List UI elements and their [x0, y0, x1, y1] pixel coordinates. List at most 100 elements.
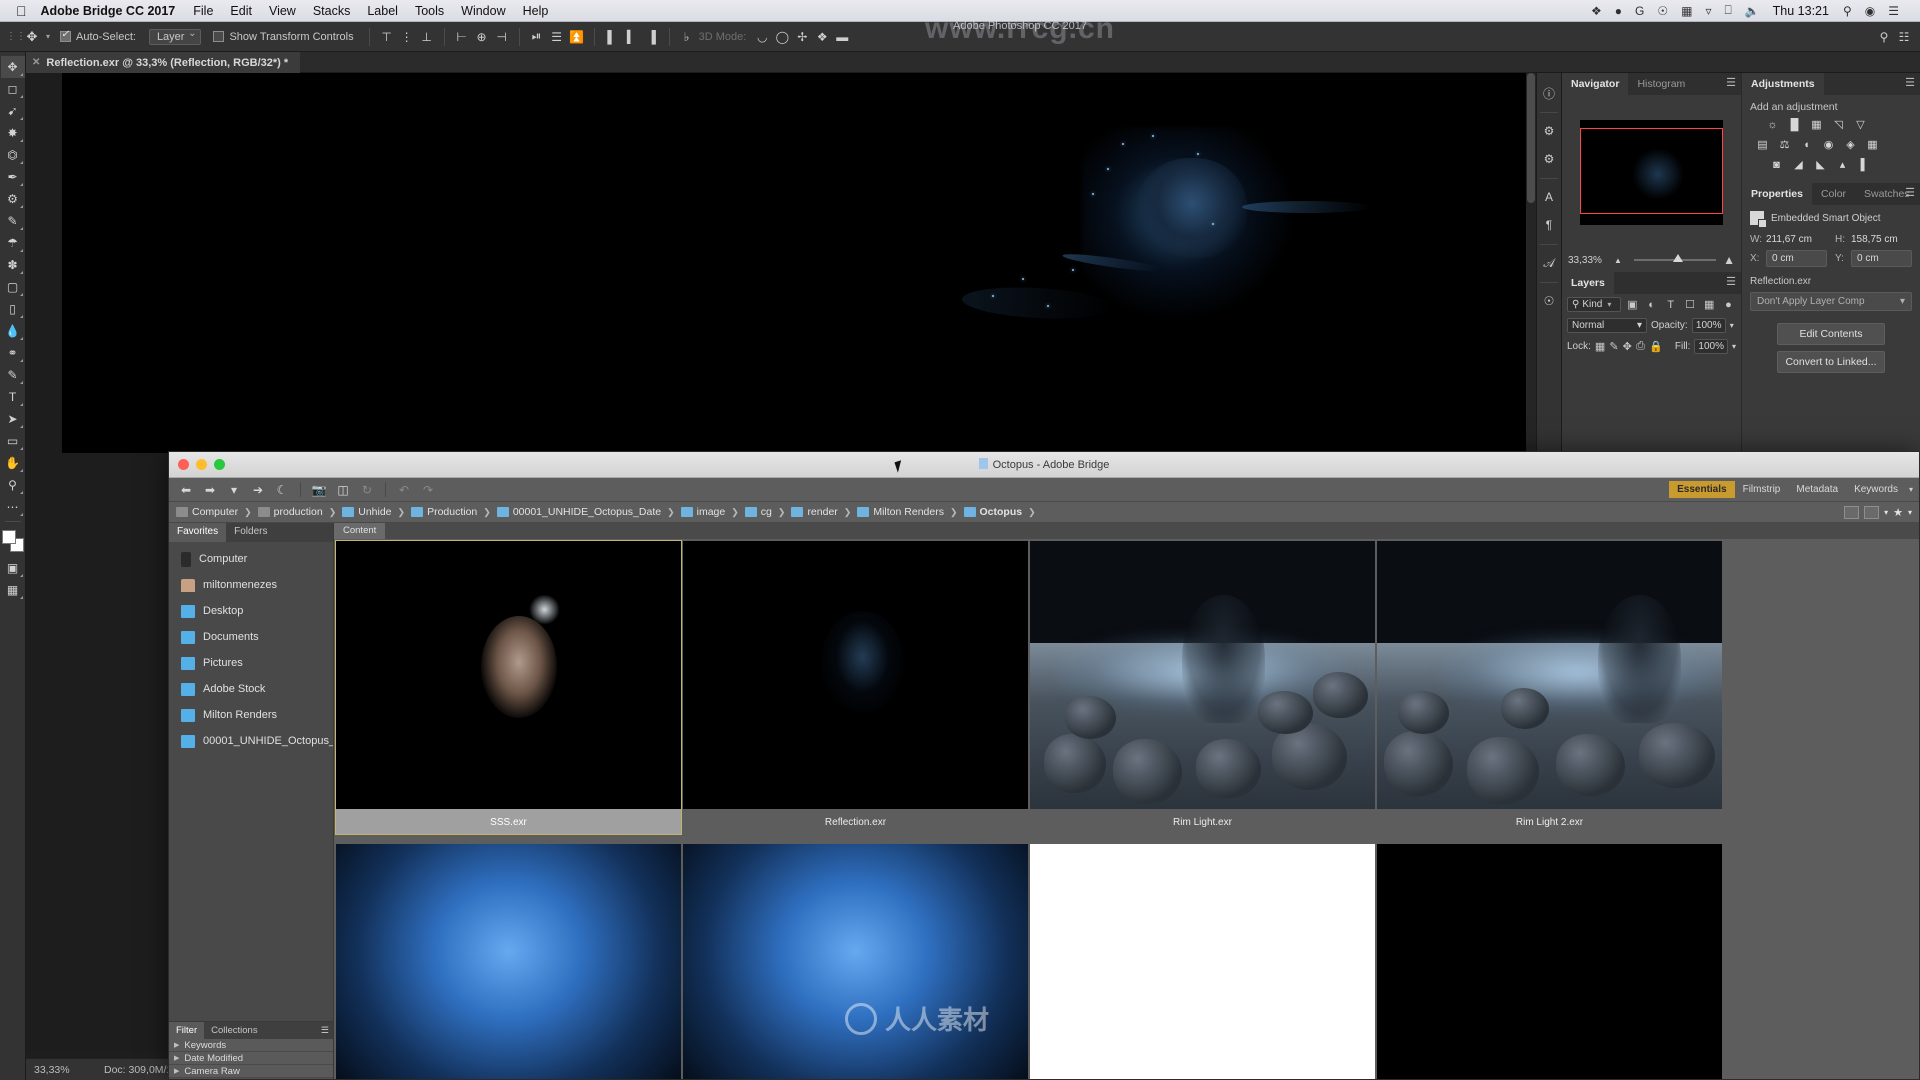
crop-tool-icon[interactable]: ⏣ — [1, 144, 25, 166]
lock-transparent-pixels-icon[interactable]: ▦ — [1595, 339, 1605, 355]
levels-icon[interactable]: █ — [1786, 117, 1803, 132]
show-transform-controls-checkbox[interactable]: Show Transform Controls — [213, 31, 354, 43]
quick-selection-icon[interactable]: ✸ — [1, 122, 25, 144]
align-right-edges-icon[interactable]: ⊣ — [492, 27, 512, 47]
breadcrumb-cg[interactable]: cg — [744, 506, 772, 518]
brush-tool-icon[interactable]: ✎ — [1, 210, 25, 232]
gradient-map-icon[interactable]: ▌ — [1856, 157, 1873, 172]
path-selection-icon[interactable]: ➤ — [1, 408, 25, 430]
workspace-filmstrip[interactable]: Filmstrip — [1735, 481, 1789, 498]
breadcrumb-image[interactable]: image — [680, 506, 725, 518]
active-app-name[interactable]: Adobe Bridge CC 2017 — [41, 4, 176, 18]
thumbnail-cell-sss[interactable]: SSS.exr — [335, 540, 682, 835]
canvas-scrollbar-thumb[interactable] — [1527, 73, 1535, 203]
tab-adjustments[interactable]: Adjustments — [1742, 73, 1824, 95]
wacom-icon[interactable]: ● — [1615, 4, 1622, 18]
height-value[interactable]: 158,75 cm — [1851, 234, 1898, 245]
menu-tools[interactable]: Tools — [415, 4, 444, 18]
distribute-horizontal-center-icon[interactable]: ▍ — [622, 27, 642, 47]
lasso-icon[interactable]: ➹ — [1, 100, 25, 122]
thumbnail-cell-reflection[interactable]: Reflection.exr — [683, 541, 1028, 834]
favorite-item-adobe-stock[interactable]: Adobe Stock — [169, 676, 333, 702]
wifi-icon[interactable]: ▿ — [1705, 4, 1711, 18]
distribute-vertical-center-icon[interactable]: ☰ — [547, 27, 567, 47]
panel-menu-icon[interactable]: ☰ — [1726, 78, 1736, 89]
glyphs-panel-icon[interactable]: 𝒜 — [1537, 251, 1561, 275]
libraries-panel-icon[interactable]: ⚙ — [1537, 119, 1561, 143]
chevron-down-icon[interactable]: ▾ — [1909, 485, 1913, 494]
document-canvas[interactable] — [62, 73, 1532, 453]
menu-window[interactable]: Window — [461, 4, 505, 18]
arrange-documents-icon[interactable]: ☷ — [1894, 27, 1914, 47]
color-lookup-icon[interactable]: ▦ — [1864, 137, 1881, 152]
chevron-down-icon[interactable]: ▾ — [1732, 342, 1736, 351]
menu-view[interactable]: View — [269, 4, 296, 18]
disclosure-triangle-icon[interactable]: ▶ — [174, 1067, 179, 1075]
options-bar-grabber[interactable]: ⋮⋮ — [6, 31, 26, 42]
distribute-spacing-icon[interactable]: ♭ — [677, 27, 697, 47]
thumbnail-image-row2-2[interactable] — [683, 844, 1028, 1079]
orbit-3d-icon[interactable]: ◡ — [752, 27, 772, 47]
search-icon[interactable]: ⚲ — [1843, 4, 1852, 18]
info-panel-icon[interactable]: ⓘ — [1537, 81, 1561, 105]
navigator-zoom-slider-knob[interactable] — [1673, 254, 1684, 262]
refine-dropdown-icon[interactable]: ◫ — [332, 480, 354, 500]
menu-label[interactable]: Label — [367, 4, 398, 18]
type-tool-icon[interactable]: T — [1, 386, 25, 408]
type-layer-filter-icon[interactable]: T — [1663, 297, 1678, 313]
filter-toggle-icon[interactable]: ● — [1721, 297, 1736, 313]
tab-content[interactable]: Content — [334, 523, 386, 539]
star-filter-icon[interactable]: ★ — [1893, 506, 1903, 519]
tab-properties[interactable]: Properties — [1742, 183, 1812, 205]
invert-icon[interactable]: ◙ — [1768, 157, 1785, 172]
blend-mode-dropdown[interactable]: Normal ▾ — [1567, 318, 1647, 333]
breadcrumb-unhide[interactable]: Unhide — [342, 506, 392, 518]
adjustments-panel-icon[interactable]: ⚙ — [1537, 147, 1561, 171]
breadcrumb-production-2[interactable]: Production — [411, 506, 477, 518]
blur-tool-icon[interactable]: 💧 — [1, 320, 25, 342]
color-balance-icon[interactable]: ⚖ — [1776, 137, 1793, 152]
search-icon[interactable]: ⚲ — [1874, 27, 1894, 47]
lock-position-icon[interactable]: ✥ — [1623, 339, 1632, 355]
tab-layers[interactable]: Layers — [1562, 272, 1614, 294]
boomerang-reveal-icon[interactable]: ➔ — [247, 480, 269, 500]
convert-to-linked-button[interactable]: Convert to Linked... — [1777, 351, 1885, 373]
airplay-icon[interactable]: ⎕ — [1725, 3, 1732, 18]
breadcrumb-computer[interactable]: Computer — [176, 506, 238, 518]
rotate-counterclockwise-icon[interactable]: ☾ — [271, 480, 293, 500]
tab-collections[interactable]: Collections — [204, 1022, 264, 1039]
posterize-icon[interactable]: ◢ — [1790, 157, 1807, 172]
history-brush-icon[interactable]: ✽ — [1, 254, 25, 276]
channel-mixer-icon[interactable]: ◈ — [1842, 137, 1859, 152]
workspace-essentials[interactable]: Essentials — [1669, 481, 1735, 498]
foreground-background-swatches[interactable] — [1, 530, 24, 552]
y-input[interactable]: 0 cm — [1851, 250, 1912, 267]
slide-3d-icon[interactable]: ❖ — [812, 27, 832, 47]
spot-healing-brush-icon[interactable]: ⚙ — [1, 188, 25, 210]
smart-object-filter-icon[interactable]: ▦ — [1702, 297, 1717, 313]
volume-icon[interactable]: 🔈 — [1745, 4, 1760, 18]
favorite-item-pictures[interactable]: Pictures — [169, 650, 333, 676]
align-vertical-centers-icon[interactable]: ⋮ — [397, 27, 417, 47]
rotate-right-icon[interactable]: ↷ — [417, 480, 439, 500]
distribute-left-icon[interactable]: ▌ — [602, 27, 622, 47]
disclosure-triangle-icon[interactable]: ▶ — [174, 1054, 179, 1062]
pan-3d-icon[interactable]: ✢ — [792, 27, 812, 47]
panel-menu-icon[interactable]: ☰ — [321, 1025, 329, 1036]
workspace-keywords[interactable]: Keywords — [1846, 481, 1906, 498]
layer-filter-kind-dropdown[interactable]: ⚲ Kind ▾ — [1567, 297, 1621, 312]
open-recent-icon[interactable]: ↻ — [356, 480, 378, 500]
navigator-zoom-slider[interactable] — [1633, 254, 1717, 262]
zoom-out-icon[interactable]: ▲ — [1614, 256, 1622, 265]
distribute-top-icon[interactable]: ⏯ — [527, 27, 547, 47]
vibrance-icon[interactable]: ▽ — [1852, 117, 1869, 132]
siri-icon[interactable]: ◉ — [1865, 4, 1875, 18]
lock-all-icon[interactable]: 🔒 — [1649, 339, 1663, 355]
workspace-metadata[interactable]: Metadata — [1788, 481, 1846, 498]
rectangle-tool-icon[interactable]: ▭ — [1, 430, 25, 452]
filter-group-camera-raw[interactable]: ▶ Camera Raw — [169, 1065, 333, 1078]
tab-histogram[interactable]: Histogram — [1628, 73, 1694, 95]
navigator-view-rectangle[interactable] — [1580, 128, 1723, 214]
star-filter-dropdown-icon[interactable]: ▾ — [1908, 508, 1912, 517]
edit-contents-button[interactable]: Edit Contents — [1777, 323, 1885, 345]
